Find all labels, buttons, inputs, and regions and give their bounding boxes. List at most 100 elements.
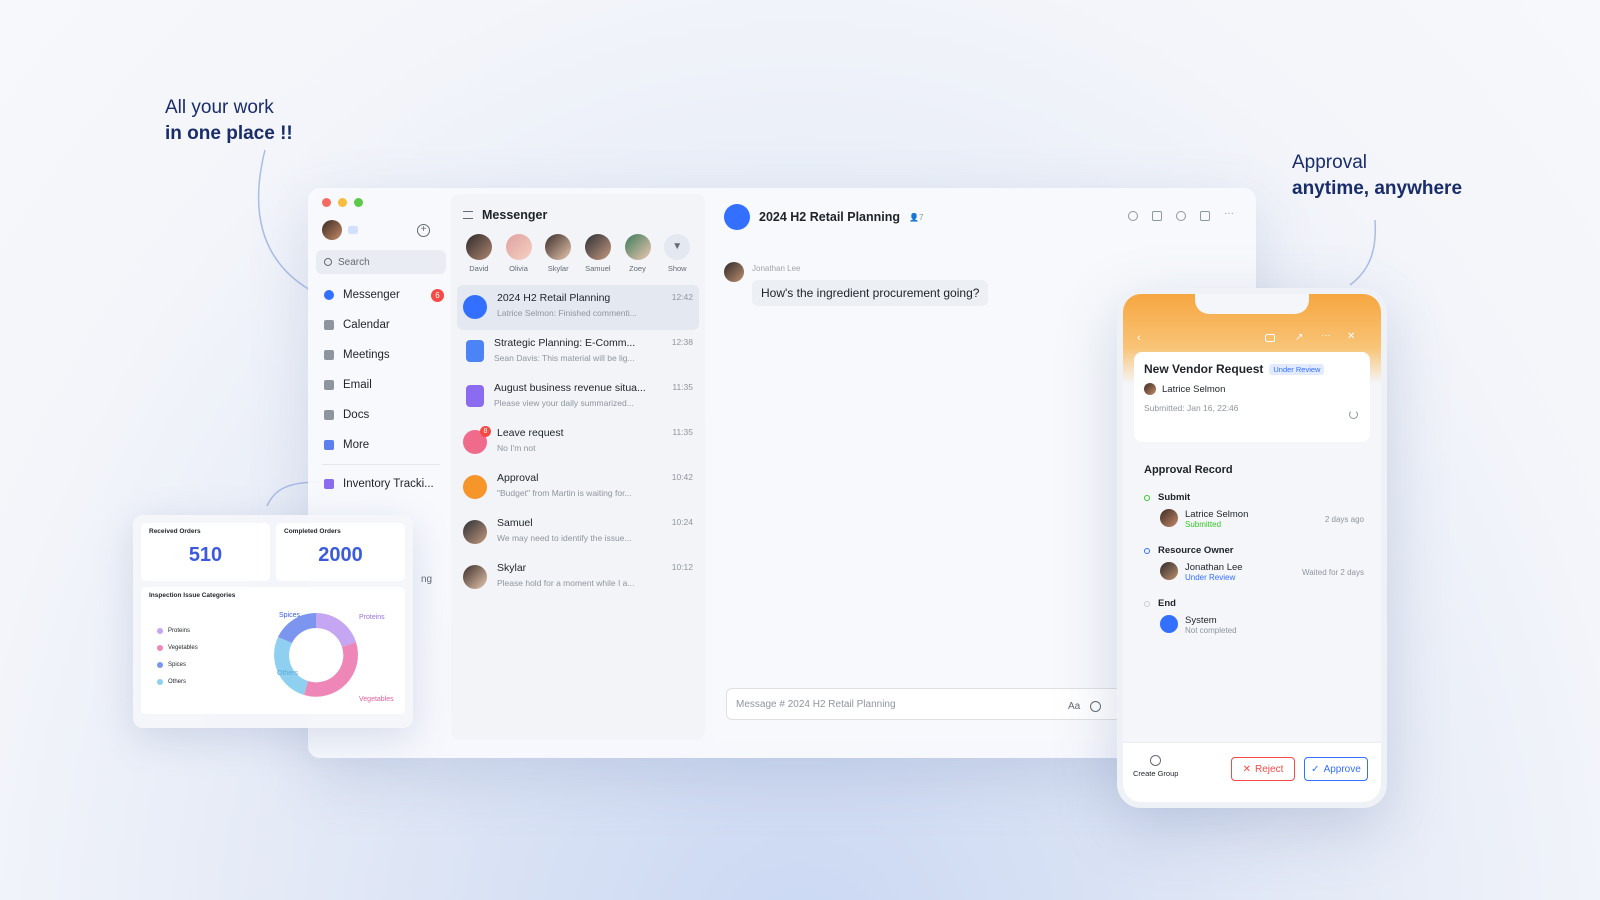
message-sender: Jonathan Lee <box>752 264 801 273</box>
conversation-preview: "Budget" from Martin is waiting for... <box>497 488 632 498</box>
conversation-list: 2024 H2 Retail Planning Latrice Selmon: F… <box>451 285 705 600</box>
video-icon <box>324 350 334 360</box>
stat-label: Completed Orders <box>284 528 341 535</box>
conversation-title: Samuel <box>497 517 533 529</box>
requester-name: Latrice Selmon <box>1162 383 1226 395</box>
sidebar-item-calendar[interactable]: Calendar <box>316 310 446 340</box>
approval-step-resource-owner: Resource Owner Jonathan Lee Under Review… <box>1144 545 1364 582</box>
group-icon <box>463 295 487 319</box>
chat-title: 2024 H2 Retail Planning <box>759 210 901 224</box>
conversation-item[interactable]: 8 Leave request No I'm not 11:35 <box>457 420 699 465</box>
sidebar-item-label: Calendar <box>343 319 390 331</box>
message-placeholder: Message # 2024 H2 Retail Planning <box>736 698 896 710</box>
add-member-icon[interactable] <box>1176 211 1186 221</box>
create-group-button[interactable]: Create Group <box>1133 755 1178 778</box>
request-title: New Vendor Request <box>1144 362 1264 376</box>
close-window-button[interactable] <box>322 198 331 207</box>
stat-label: Received Orders <box>149 528 201 535</box>
conversation-title: Leave request <box>497 427 564 439</box>
approve-button[interactable]: ✓ Approve <box>1304 757 1368 781</box>
contact-zoey[interactable]: Zoey <box>618 234 658 273</box>
step-person: Latrice Selmon <box>1185 509 1249 520</box>
step-status: Not completed <box>1185 626 1237 635</box>
conversation-item[interactable]: 2024 H2 Retail Planning Latrice Selmon: F… <box>457 285 699 330</box>
conversation-item[interactable]: Approval "Budget" from Martin is waiting … <box>457 465 699 510</box>
legend-label: Proteins <box>168 627 191 634</box>
video-call-icon[interactable] <box>1152 211 1162 221</box>
conversation-time: 11:35 <box>672 382 693 392</box>
menu-icon[interactable] <box>463 211 473 219</box>
decorative-curve-right <box>1349 220 1377 286</box>
chat-icon[interactable] <box>1265 334 1275 342</box>
conversation-time: 10:24 <box>671 517 693 527</box>
conversation-preview: We may need to identify the issue... <box>497 533 632 543</box>
minimize-window-button[interactable] <box>338 198 347 207</box>
legend-swatch <box>157 678 163 685</box>
completed-orders-card[interactable]: Completed Orders 2000 <box>276 523 405 581</box>
legend-label: Vegetables <box>168 644 198 651</box>
contact-name: David <box>469 264 489 273</box>
sidebar-item-docs[interactable]: Docs <box>316 400 446 430</box>
refresh-icon[interactable] <box>1349 410 1358 419</box>
close-icon[interactable]: ✕ <box>1347 331 1355 342</box>
mail-icon <box>324 380 334 390</box>
search-icon[interactable] <box>1128 211 1138 221</box>
sidebar-item-more[interactable]: More <box>316 430 446 460</box>
text-format-icon[interactable]: Aa <box>1068 701 1080 712</box>
conversation-title: 2024 H2 Retail Planning <box>497 292 611 304</box>
reject-button[interactable]: ✕ Reject <box>1231 757 1295 781</box>
avatar <box>545 234 572 260</box>
avatar[interactable] <box>724 262 744 282</box>
panel-icon[interactable] <box>1200 211 1210 221</box>
avatar <box>463 520 487 544</box>
share-icon[interactable]: ↗ <box>1295 332 1303 343</box>
sidebar-item-inventory[interactable]: Inventory Tracki... <box>316 469 446 499</box>
sidebar-item-messenger[interactable]: Messenger 6 <box>316 280 446 310</box>
show-more-contacts[interactable]: ▼ Show <box>657 234 697 273</box>
conversation-time: 10:42 <box>671 472 693 482</box>
contact-david[interactable]: David <box>459 234 499 273</box>
sidebar-item-meetings[interactable]: Meetings <box>316 340 446 370</box>
emoji-icon[interactable] <box>1090 701 1101 712</box>
search-input[interactable]: Search <box>316 250 446 274</box>
avatar <box>624 234 651 260</box>
contact-name: Olivia <box>509 264 528 273</box>
add-icon[interactable]: + <box>417 224 430 237</box>
sidebar-item-label: Messenger <box>343 289 400 301</box>
contact-skylar[interactable]: Skylar <box>538 234 578 273</box>
more-icon[interactable]: ··· <box>1224 209 1234 221</box>
sidebar-item-email[interactable]: Email <box>316 370 446 400</box>
back-icon[interactable]: ‹ <box>1137 332 1141 344</box>
messenger-title: Messenger <box>482 208 548 222</box>
legend-swatch <box>157 661 163 668</box>
member-count[interactable]: 👤7 <box>909 213 923 222</box>
conversation-item[interactable]: Samuel We may need to identify the issue.… <box>457 510 699 555</box>
conversation-title: Strategic Planning: E-Comm... <box>494 337 636 349</box>
received-orders-card[interactable]: Received Orders 510 <box>141 523 270 581</box>
contact-olivia[interactable]: Olivia <box>499 234 539 273</box>
step-empty-icon <box>1144 601 1150 607</box>
conversation-item[interactable]: Skylar Please hold for a moment while I a… <box>457 555 699 600</box>
conversation-item[interactable]: Strategic Planning: E-Comm... Sean Davis:… <box>457 330 699 375</box>
user-avatar[interactable] <box>322 220 342 240</box>
sidebar-item-label: Meetings <box>343 349 390 361</box>
approve-label: Approve <box>1323 763 1361 775</box>
sidebar-partial-label: ng <box>421 574 433 585</box>
tagline-right-line2: anytime, anywhere <box>1292 178 1463 199</box>
tagline-right: Approval anytime, anywhere <box>1292 150 1462 202</box>
legend-label: Others <box>168 678 187 685</box>
conversation-item[interactable]: August business revenue situa... Please v… <box>457 375 699 420</box>
donut-chart: Spices Proteins Others Vegetables <box>274 612 394 703</box>
inspection-chart-card[interactable]: Inspection Issue Categories Proteins Veg… <box>141 587 405 714</box>
maximize-window-button[interactable] <box>354 198 363 207</box>
avatar <box>1160 509 1178 527</box>
message-input[interactable]: Message # 2024 H2 Retail Planning <box>726 688 1126 720</box>
profile-card-icon[interactable] <box>348 226 358 234</box>
step-name: Submit <box>1158 492 1191 503</box>
contact-samuel[interactable]: Samuel <box>578 234 618 273</box>
system-bot-icon <box>1160 615 1178 633</box>
legend-item: Spices <box>157 656 198 673</box>
conversation-time: 10:12 <box>671 562 693 572</box>
legend-swatch <box>157 644 163 651</box>
more-icon[interactable]: ··· <box>1321 330 1331 341</box>
